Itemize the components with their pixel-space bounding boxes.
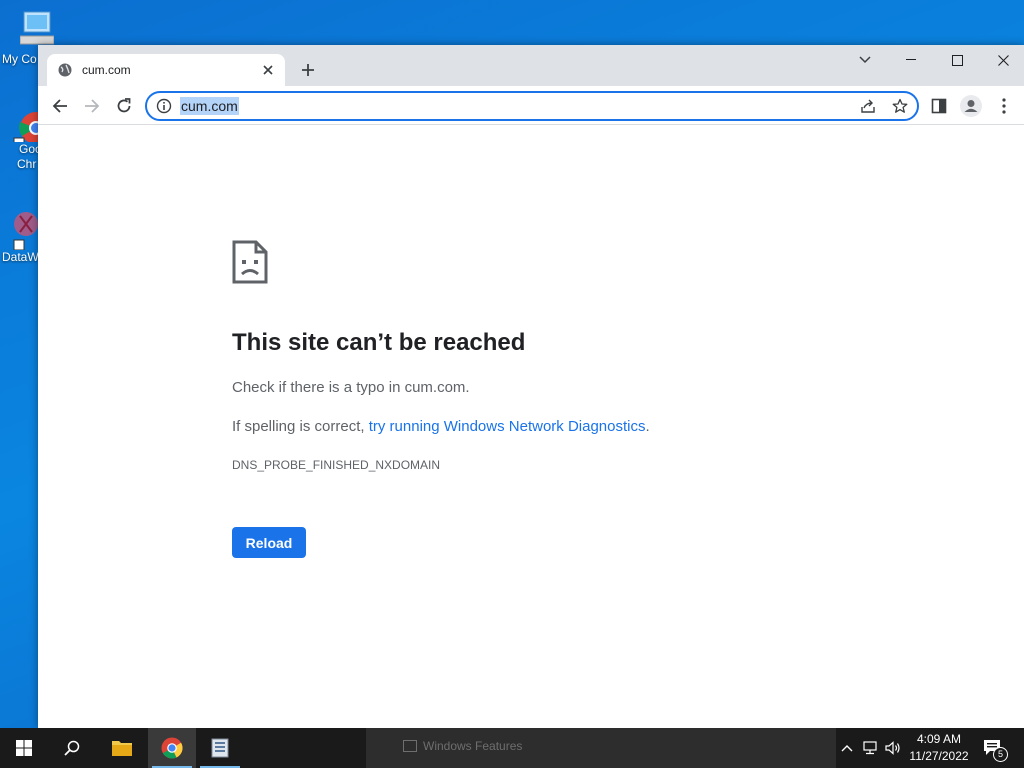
maximize-button[interactable] (934, 45, 980, 75)
chevron-up-icon (841, 745, 853, 752)
datawrapper-taskbar-button[interactable] (196, 728, 244, 768)
background-window-title: Windows Features (423, 739, 523, 753)
browser-toolbar: cum.com (38, 86, 1024, 125)
clock-time: 4:09 AM (916, 732, 962, 746)
close-icon (997, 54, 1009, 66)
search-button[interactable] (48, 728, 96, 768)
refresh-icon (117, 98, 131, 113)
share-button[interactable] (858, 96, 878, 116)
show-hidden-icons-button[interactable] (838, 740, 856, 756)
side-panel-button[interactable] (925, 92, 953, 120)
network-icon (863, 741, 877, 755)
clock[interactable]: 4:09 AM 11/27/2022 (904, 731, 974, 765)
address-bar[interactable]: cum.com (145, 91, 919, 121)
minimize-icon (906, 59, 916, 60)
url-text[interactable]: cum.com (180, 97, 239, 115)
tab-search-button[interactable] (842, 45, 888, 75)
reload-toolbar-button[interactable] (110, 92, 138, 120)
tab-close-button[interactable] (259, 61, 277, 79)
desktop-icon-my-computer[interactable]: My Co (0, 10, 54, 67)
sad-page-icon (232, 240, 268, 284)
volume-button[interactable] (884, 740, 902, 756)
close-window-button[interactable] (980, 45, 1024, 75)
desktop-icon-datawrapper[interactable]: DataW (0, 208, 40, 265)
maximize-icon (951, 54, 963, 66)
avatar-icon (960, 95, 982, 117)
chrome-icon (13, 112, 40, 142)
app-icon (211, 738, 229, 758)
desktop-icon-label: Goo (19, 142, 42, 156)
tab-strip: cum.com (38, 45, 1024, 86)
desktop-icon-google-chrome[interactable]: Goo Chr (0, 108, 42, 172)
chrome-taskbar-button[interactable] (148, 728, 196, 768)
arrow-right-icon (85, 99, 100, 113)
page-content: This site can’t be reached Check if ther… (38, 125, 1024, 728)
new-tab-button[interactable] (296, 58, 320, 82)
windows-logo-icon (16, 740, 32, 756)
desktop-icon-label: Chr (17, 157, 37, 171)
speaker-icon (885, 741, 900, 755)
diagnostics-suffix: . (645, 418, 650, 435)
error-code: DNS_PROBE_FINISHED_NXDOMAIN (232, 458, 441, 472)
close-icon (263, 65, 273, 75)
side-panel-icon (931, 98, 947, 114)
diagnostics-link[interactable]: try running Windows Network Diagnostics (369, 418, 646, 435)
globe-icon (58, 63, 72, 77)
tab-title: cum.com (82, 63, 131, 77)
menu-button[interactable] (990, 92, 1018, 120)
network-button[interactable] (862, 740, 880, 756)
clock-date: 11/27/2022 (909, 749, 969, 763)
arrow-left-icon (52, 99, 67, 113)
start-button[interactable] (0, 728, 48, 768)
taskbar: Windows Features 4:09 AM 11/27/2022 5 (0, 728, 1024, 768)
share-icon (861, 99, 875, 113)
folder-icon (112, 741, 132, 756)
forward-button[interactable] (78, 92, 106, 120)
plus-icon (302, 64, 314, 76)
tab-cum-com[interactable]: cum.com (47, 54, 285, 86)
more-vertical-icon (1002, 98, 1006, 114)
desktop-icon-label: DataW (2, 250, 39, 264)
bookmark-button[interactable] (890, 96, 910, 116)
action-center-button[interactable]: 5 (982, 738, 1008, 762)
info-icon[interactable] (156, 98, 172, 114)
browser-window: cum.com cum.com This site can’t be reach… (38, 45, 1024, 728)
minimize-button[interactable] (888, 45, 934, 75)
reload-button[interactable]: Reload (232, 527, 306, 558)
chevron-down-icon (859, 56, 871, 64)
window-icon (403, 740, 417, 752)
search-icon (64, 740, 80, 756)
error-heading: This site can’t be reached (232, 329, 526, 356)
back-button[interactable] (46, 92, 74, 120)
desktop-icon-label: My Co (2, 52, 37, 66)
star-icon (892, 98, 908, 113)
diagnostics-prefix: If spelling is correct, (232, 418, 369, 435)
profile-button[interactable] (957, 92, 985, 120)
notification-count-badge: 5 (993, 747, 1008, 762)
diagnostics-hint: If spelling is correct, try running Wind… (232, 418, 650, 435)
typo-hint: Check if there is a typo in cum.com. (232, 379, 470, 396)
chrome-icon (161, 737, 183, 759)
file-explorer-button[interactable] (98, 728, 146, 768)
datawrapper-icon (13, 212, 38, 250)
background-window-strip: Windows Features (366, 728, 836, 768)
